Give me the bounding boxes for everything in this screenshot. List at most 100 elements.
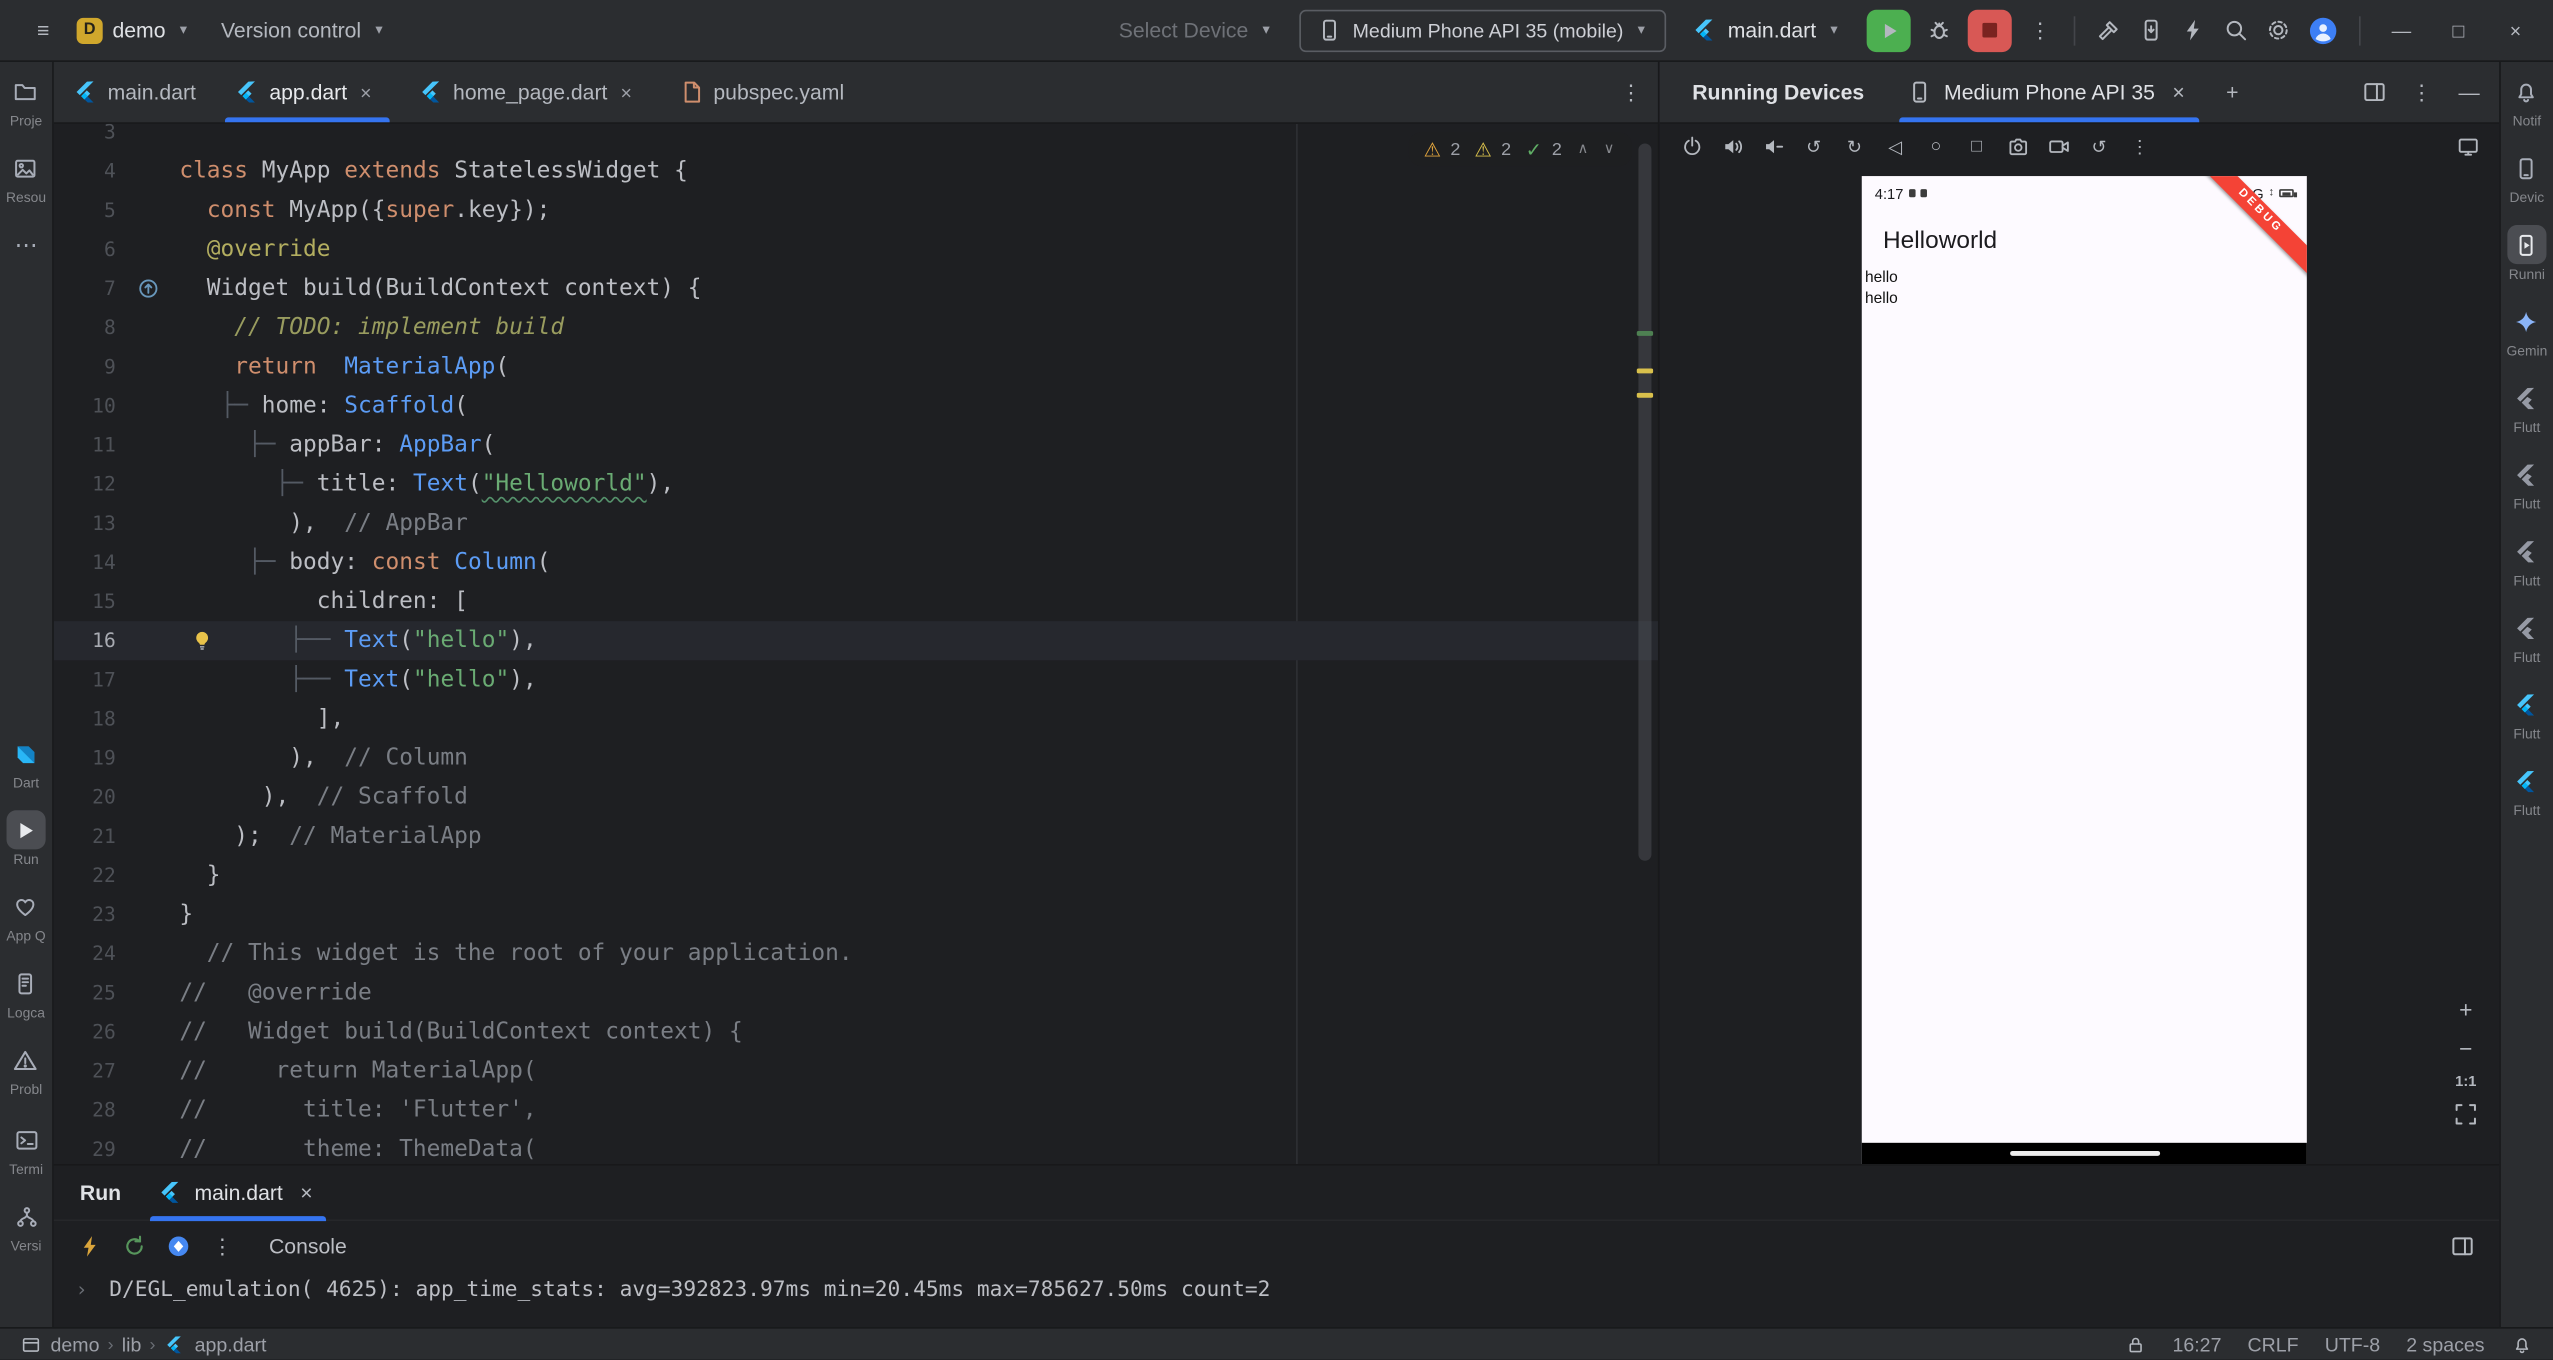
code-line[interactable]: 13 ), // AppBar [54,504,1658,543]
tool-button-project[interactable]: Proje [6,72,45,129]
more-device-actions-button[interactable]: ⋮ [2121,129,2158,165]
tab-options-icon[interactable]: ⋮ [1617,78,1645,106]
gutter[interactable]: 13 [54,504,180,543]
rotate-left-button[interactable]: ↺ [1795,129,1832,165]
maximize-button[interactable]: □ [2437,16,2479,44]
code-line[interactable]: 23} [54,895,1658,934]
override-gutter-icon[interactable] [134,275,162,303]
expand-log-icon[interactable]: › [54,1278,109,1301]
code-line[interactable]: 24 // This widget is the root of your ap… [54,934,1658,973]
tool-button-flutter-tool-1[interactable]: Flutt [2507,378,2546,435]
gutter[interactable]: 16 [54,621,180,660]
warnings-icon[interactable]: ⚠ [1421,138,1444,161]
tool-button-problems[interactable]: Probl [6,1040,45,1097]
prev-issue-icon[interactable]: ∧ [1573,135,1593,163]
code-line[interactable]: 8 // TODO: implement build [54,308,1658,347]
breadcrumb-file[interactable]: app.dart [195,1333,267,1356]
gutter[interactable]: 15 [54,582,180,621]
gutter[interactable]: 27 [54,1052,180,1091]
line-number[interactable]: 8 [54,308,116,347]
tool-button-flutter-tool-4[interactable]: Flutt [2507,608,2546,665]
fit-screen-icon[interactable] [2452,1100,2480,1128]
tool-button-notifications[interactable]: Notif [2507,72,2546,129]
gutter[interactable]: 3 [54,124,180,152]
tool-button-flutter-tool-2[interactable]: Flutt [2507,455,2546,512]
tool-button-run[interactable]: Run [6,810,45,867]
line-number[interactable]: 5 [54,191,116,230]
settings-icon[interactable] [2264,16,2292,44]
tool-button-flutter-tool-5[interactable]: Flutt [2507,685,2546,742]
scrollbar-thumb[interactable] [1638,143,1651,860]
gutter[interactable]: 14 [54,543,180,582]
code-line[interactable]: 11 ├─ appBar: AppBar( [54,426,1658,465]
gutter[interactable]: 11 [54,426,180,465]
tool-button-flutter-tool-6[interactable]: Flutt [2507,761,2546,818]
gutter[interactable]: 5 [54,191,180,230]
run-button[interactable] [1867,9,1911,51]
code-line[interactable]: 25// @override [54,973,1658,1012]
close-tab-icon[interactable]: × [293,1179,321,1207]
minimize-button[interactable]: — [2380,16,2422,44]
hot-reload-icon[interactable] [77,1232,105,1260]
phone-screen[interactable]: 4:17 3G ↕ DEBUG [1862,176,2307,1164]
tool-button-more-tool-windows[interactable]: ⋯ [6,225,45,264]
code-line[interactable]: 17 ├── Text("hello"), [54,660,1658,699]
tool-button-app-quality-insights[interactable]: App Q [6,887,45,944]
line-number[interactable]: 9 [54,347,116,386]
code-line[interactable]: 26// Widget build(BuildContext context) … [54,1012,1658,1051]
snapshot-button[interactable]: ↺ [2080,129,2117,165]
zoom-in-icon[interactable]: + [2452,994,2480,1022]
screen-record-button[interactable] [2039,129,2076,165]
back-button[interactable]: ◁ [1876,129,1913,165]
editor-tab-pubspec.yaml[interactable]: pubspec.yaml [660,62,864,122]
notifications-icon[interactable] [2511,1333,2534,1356]
gutter[interactable]: 23 [54,895,180,934]
external-display-button[interactable] [2449,129,2486,165]
app-icon[interactable] [165,1232,193,1260]
gutter[interactable]: 22 [54,856,180,895]
more-options-icon[interactable]: ⋮ [2408,78,2436,106]
tool-button-device-manager[interactable]: Devic [2507,148,2546,205]
tool-button-gemini[interactable]: Gemin [2506,302,2547,359]
passed-checks-icon[interactable]: ✓ [1522,138,1545,161]
code-line[interactable]: 15 children: [ [54,582,1658,621]
device-combo[interactable]: Medium Phone API 35 (mobile) ▾ [1299,9,1666,51]
line-number[interactable]: 11 [54,426,116,465]
stop-button[interactable] [1968,9,2012,51]
rotate-right-button[interactable]: ↻ [1836,129,1873,165]
vcs-selector[interactable]: Version control ▾ [211,11,397,48]
status-line-ending[interactable]: CRLF [2248,1333,2299,1356]
gutter[interactable]: 29 [54,1130,180,1164]
line-number[interactable]: 21 [54,817,116,856]
editor-body[interactable]: 34class MyApp extends StatelessWidget {5… [54,124,1658,1164]
breadcrumb-folder[interactable]: lib [122,1333,142,1356]
gutter[interactable]: 21 [54,817,180,856]
select-device-dropdown[interactable]: Select Device ▾ [1109,11,1284,48]
gutter[interactable]: 18 [54,699,180,738]
code-line[interactable]: 20 ), // Scaffold [54,778,1658,817]
next-issue-icon[interactable]: ∨ [1599,135,1619,163]
weak-warnings-icon[interactable]: ⚠ [1472,138,1495,161]
line-number[interactable]: 14 [54,543,116,582]
console-tab[interactable]: Console [269,1233,347,1257]
editor-tab-main.dart[interactable]: main.dart [54,62,216,122]
tool-button-resource-manager[interactable]: Resou [6,148,46,205]
line-number[interactable]: 6 [54,230,116,269]
lightning-icon[interactable] [2180,16,2208,44]
volume-up-button[interactable] [1713,129,1750,165]
code-line[interactable]: 29// theme: ThemeData( [54,1130,1658,1164]
code-line[interactable]: 21 ); // MaterialApp [54,817,1658,856]
project-selector[interactable]: D demo ▾ [67,11,202,48]
power-button[interactable] [1673,129,1710,165]
more-run-options-icon[interactable]: ⋮ [209,1232,237,1260]
hide-panel-icon[interactable]: — [2455,78,2483,106]
editor-tab-app.dart[interactable]: app.dart× [216,62,400,122]
tool-button-terminal[interactable]: Termi [7,1120,46,1177]
close-tab-icon[interactable]: × [620,81,640,104]
tool-button-running-devices[interactable]: Runni [2507,225,2546,282]
editor-tab-home_page.dart[interactable]: home_page.dart× [399,62,659,122]
status-indent[interactable]: 2 spaces [2406,1333,2484,1356]
add-device-tab-icon[interactable]: + [2219,78,2247,106]
code-lines[interactable]: 34class MyApp extends StatelessWidget {5… [54,124,1658,1164]
hot-restart-icon[interactable] [121,1232,149,1260]
